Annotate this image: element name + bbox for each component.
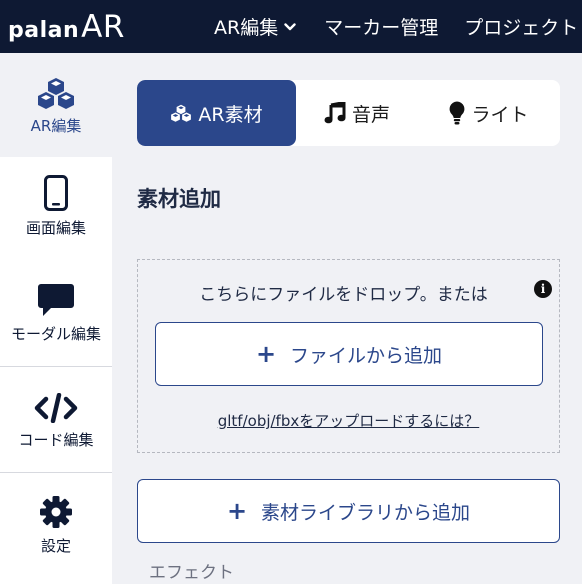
- add-from-library-button[interactable]: + 素材ライブラリから追加: [137, 479, 560, 543]
- sidebar-item-screen-edit[interactable]: 画面編集: [0, 175, 112, 238]
- gear-icon: [39, 493, 73, 529]
- sidebar-item-ar-edit[interactable]: AR編集: [0, 53, 112, 157]
- sidebar-item-label: 画面編集: [25, 219, 86, 237]
- section-title: 素材追加: [137, 187, 221, 211]
- tab-audio[interactable]: 音声: [296, 80, 418, 146]
- plus-icon: +: [255, 340, 277, 368]
- chevron-down-icon: [284, 22, 296, 30]
- logo-text-ar: AR: [81, 8, 125, 45]
- nav-ar-edit[interactable]: AR編集: [214, 13, 296, 40]
- asset-type-tabs: AR素材 音声 ライト: [137, 80, 560, 146]
- tab-light[interactable]: ライト: [418, 80, 560, 146]
- mobile-icon: [44, 175, 68, 211]
- cubes-icon: [170, 104, 192, 122]
- sidebar-item-label: コード編集: [18, 431, 94, 449]
- sidebar-item-code-edit[interactable]: コード編集: [0, 387, 112, 450]
- sidebar-item-label: モーダル編集: [10, 325, 101, 343]
- info-icon[interactable]: i: [534, 280, 552, 298]
- top-header: palan AR AR編集 マーカー管理 プロジェクト: [0, 0, 582, 53]
- tab-ar-assets[interactable]: AR素材: [137, 80, 296, 146]
- nav-marker-management-label: マーカー管理: [324, 17, 439, 39]
- comment-icon: [37, 281, 75, 317]
- nav-ar-edit-label: AR編集: [214, 17, 279, 39]
- lightbulb-icon: [449, 101, 465, 125]
- nav-project[interactable]: プロジェクト: [464, 13, 578, 40]
- sidebar-item-settings[interactable]: 設定: [0, 493, 112, 556]
- file-dropzone[interactable]: こちらにファイルをドロップ。または i + ファイルから追加 gltf/obj/…: [137, 259, 560, 453]
- code-icon: [34, 387, 78, 423]
- plus-icon: +: [226, 497, 248, 525]
- add-from-file-button[interactable]: + ファイルから追加: [155, 322, 543, 386]
- sidebar-item-label: 設定: [40, 537, 71, 555]
- sidebar: AR編集 画面編集 モーダル編集 コード編集 設定: [0, 53, 112, 584]
- upload-help-link[interactable]: gltf/obj/fbxをアップロードするには？: [138, 410, 559, 431]
- tab-label: ライト: [471, 103, 529, 126]
- add-from-file-label: ファイルから追加: [290, 344, 443, 367]
- tab-label: AR素材: [198, 103, 263, 126]
- drop-instruction: こちらにファイルをドロップ。または: [199, 285, 488, 305]
- add-from-library-label: 素材ライブラリから追加: [261, 501, 471, 524]
- nav-project-label: プロジェクト: [464, 17, 579, 39]
- effect-section-label: エフェクト: [149, 563, 234, 583]
- nav-marker-management[interactable]: マーカー管理: [324, 13, 438, 40]
- sidebar-item-modal-edit[interactable]: モーダル編集: [0, 281, 112, 344]
- sidebar-item-label: AR編集: [30, 117, 82, 135]
- app-logo[interactable]: palan AR: [8, 9, 178, 45]
- cubes-icon: [36, 78, 76, 109]
- sidebar-divider: [0, 472, 112, 473]
- sidebar-divider: [0, 366, 112, 367]
- music-icon: [324, 102, 346, 124]
- logo-text-palan: palan: [8, 17, 80, 43]
- tab-label: 音声: [351, 103, 390, 126]
